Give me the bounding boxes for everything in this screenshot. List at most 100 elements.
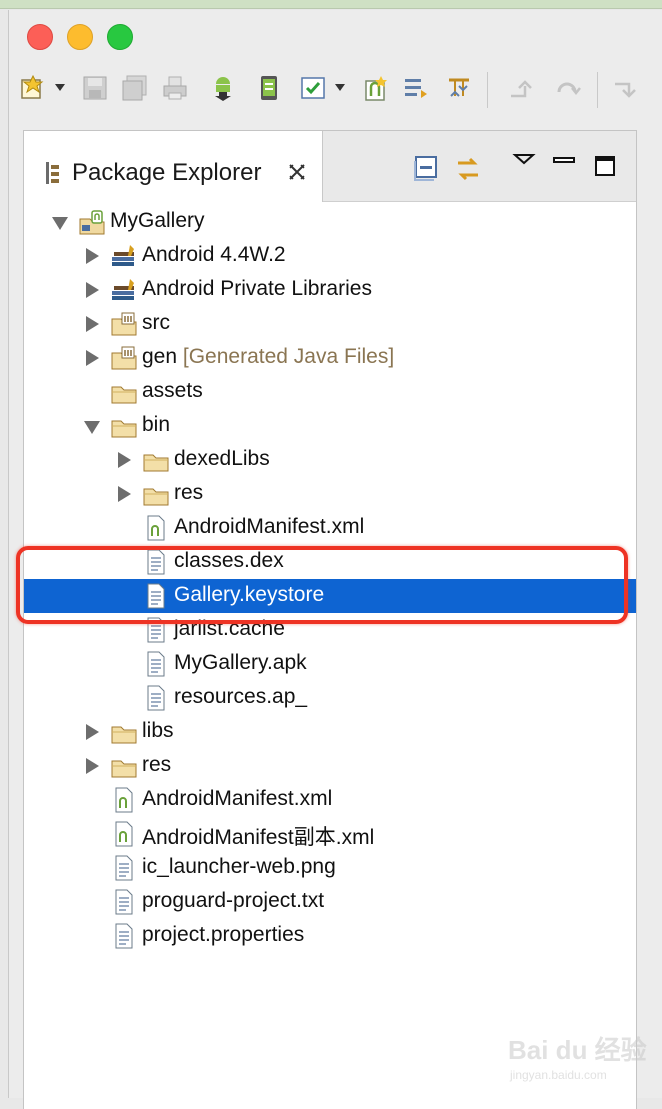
tree-item-label: MyGallery: [110, 209, 205, 233]
tree-row[interactable]: bin: [24, 409, 636, 443]
tree-item-name: res: [174, 481, 204, 504]
tree-item-name: assets: [142, 379, 203, 402]
tree-row[interactable]: gen [Generated Java Files]: [24, 341, 636, 375]
tree-item-decoration: [Generated Java Files]: [182, 345, 395, 368]
window-close-button[interactable]: [27, 24, 53, 50]
highlight-box: [16, 546, 628, 624]
tree-item-name: MyGallery.apk: [174, 651, 307, 674]
link-with-editor-icon[interactable]: [454, 155, 482, 183]
tree-item-label: AndroidManifest.xml: [142, 787, 332, 811]
tree-item-name: res: [142, 753, 172, 776]
tree-item-name: Android 4.4W.2: [142, 243, 286, 266]
tree-row[interactable]: Android Private Libraries: [24, 273, 636, 307]
file-icon: [142, 685, 170, 711]
file-icon: [142, 651, 170, 677]
folder-icon: [110, 379, 138, 405]
expand-arrow-icon[interactable]: [86, 282, 99, 298]
tree-row[interactable]: assets: [24, 375, 636, 409]
folder-icon: [142, 447, 170, 473]
folder-icon: [110, 753, 138, 779]
library-icon: [110, 277, 138, 303]
tree-item-name: proguard-project.txt: [142, 889, 325, 912]
tree-item-label: res: [174, 481, 203, 505]
tree-item-label: Android 4.4W.2: [142, 243, 286, 267]
expand-arrow-icon[interactable]: [86, 316, 99, 332]
maximize-icon[interactable]: [592, 153, 620, 181]
tree-row[interactable]: resources.ap_: [24, 681, 636, 715]
tree-item-name: project.properties: [142, 923, 305, 946]
android-avd-manager-icon[interactable]: [255, 74, 283, 102]
source-folder-icon: [110, 345, 138, 371]
collapse-all-icon[interactable]: [412, 155, 440, 183]
tree-row[interactable]: MyGallery: [24, 205, 636, 239]
folder-icon: [142, 481, 170, 507]
tree-row[interactable]: res: [24, 749, 636, 783]
tree-item-name: gen: [142, 345, 178, 368]
expand-arrow-icon[interactable]: [86, 248, 99, 264]
forward-icon[interactable]: [611, 74, 639, 102]
new-xml-file-icon[interactable]: [403, 74, 431, 102]
minimize-icon[interactable]: [550, 149, 578, 177]
next-annotation-icon[interactable]: [505, 74, 533, 102]
tree-item-label: resources.ap_: [174, 685, 307, 709]
library-icon: [110, 243, 138, 269]
new-wizard-icon[interactable]: [19, 74, 47, 102]
collapse-arrow-icon[interactable]: [84, 421, 100, 434]
tree-row[interactable]: project.properties: [24, 919, 636, 953]
tree-item-name: src: [142, 311, 170, 334]
tree-item-label: AndroidManifest副本.xml: [142, 821, 374, 851]
save-all-icon[interactable]: [121, 74, 149, 102]
tree-item-name: AndroidManifest.xml: [174, 515, 365, 538]
top-strip: [0, 0, 662, 9]
tree-item-label: libs: [142, 719, 174, 743]
tree-item-name: MyGallery: [110, 209, 205, 232]
tree-row[interactable]: AndroidManifest.xml: [24, 511, 636, 545]
file-icon: [110, 855, 138, 881]
close-tab-icon[interactable]: [286, 161, 308, 183]
package-explorer-icon: [44, 161, 62, 185]
main-toolbar: [9, 62, 662, 116]
tree-row[interactable]: src: [24, 307, 636, 341]
new-test-project-icon[interactable]: [445, 74, 473, 102]
tree-row[interactable]: AndroidManifest副本.xml: [24, 817, 636, 851]
tree-item-label: project.properties: [142, 923, 304, 947]
watermark-url: jingyan.baidu.com: [510, 1068, 607, 1082]
tree-row[interactable]: proguard-project.txt: [24, 885, 636, 919]
toolbar-separator: [597, 72, 598, 108]
save-icon[interactable]: [81, 74, 109, 102]
back-icon[interactable]: [553, 74, 581, 102]
watermark-brand: Bai du 经验: [508, 1035, 647, 1065]
collapse-arrow-icon[interactable]: [52, 217, 68, 230]
xml-file-icon: [110, 821, 138, 847]
tree-item-name: dexedLibs: [174, 447, 270, 470]
file-icon: [110, 889, 138, 915]
tree-row[interactable]: Android 4.4W.2: [24, 239, 636, 273]
window-zoom-button[interactable]: [107, 24, 133, 50]
new-android-project-icon[interactable]: [361, 74, 389, 102]
tree-row[interactable]: res: [24, 477, 636, 511]
tree-row[interactable]: dexedLibs: [24, 443, 636, 477]
lint-dropdown-icon[interactable]: [335, 84, 345, 91]
tree-item-name: Android Private Libraries: [142, 277, 372, 300]
tree-item-name: bin: [142, 413, 171, 436]
view-menu-icon[interactable]: [510, 149, 538, 177]
source-folder-icon: [110, 311, 138, 337]
tree-row[interactable]: ic_launcher-web.png: [24, 851, 636, 885]
expand-arrow-icon[interactable]: [86, 350, 99, 366]
expand-arrow-icon[interactable]: [86, 758, 99, 774]
window-minimize-button[interactable]: [67, 24, 93, 50]
tree-item-label: dexedLibs: [174, 447, 270, 471]
lint-check-icon[interactable]: [299, 74, 327, 102]
tree-row[interactable]: AndroidManifest.xml: [24, 783, 636, 817]
file-icon: [110, 923, 138, 949]
android-sdk-manager-icon[interactable]: [209, 74, 237, 102]
print-icon[interactable]: [161, 74, 189, 102]
toolbar-separator: [487, 72, 488, 108]
tree-row[interactable]: libs: [24, 715, 636, 749]
new-wizard-dropdown-icon[interactable]: [55, 84, 65, 91]
tree-row[interactable]: MyGallery.apk: [24, 647, 636, 681]
expand-arrow-icon[interactable]: [86, 724, 99, 740]
tab-package-explorer[interactable]: Package Explorer: [24, 131, 323, 202]
expand-arrow-icon[interactable]: [118, 486, 131, 502]
expand-arrow-icon[interactable]: [118, 452, 131, 468]
